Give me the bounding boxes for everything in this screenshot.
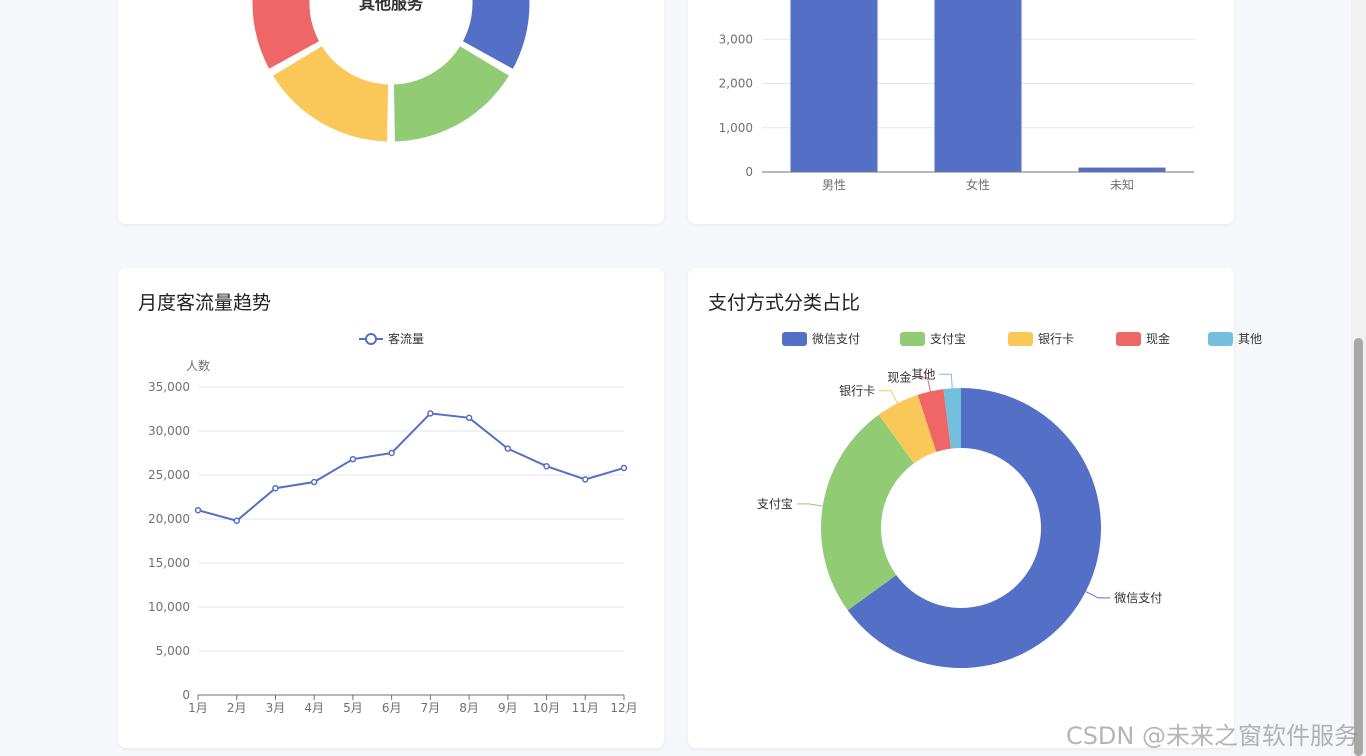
watermark: CSDN @未来之窗软件服务 bbox=[1065, 722, 1358, 750]
line-ytick-label: 10,000 bbox=[148, 600, 190, 614]
legend-label: 客流量 bbox=[388, 331, 424, 346]
line-point bbox=[582, 476, 589, 483]
line-point bbox=[427, 410, 434, 417]
monthly-traffic-card: 月度客流量趋势 客流量 人数 0 5,000 10,000 15,000 20,000 25,… bbox=[118, 268, 664, 748]
line-ytick-label: 5,000 bbox=[156, 644, 190, 658]
donut-center-label: 其他服务 bbox=[359, 0, 424, 13]
bar-2 bbox=[1078, 167, 1166, 172]
legend-swatch bbox=[1116, 332, 1141, 346]
service-donut-chart: 其他服务 bbox=[249, 0, 533, 145]
legend-swatch bbox=[1208, 332, 1233, 346]
bar-xtick-label: 男性 bbox=[822, 178, 846, 192]
line-xtick-label: 2月 bbox=[227, 701, 247, 715]
line-point bbox=[388, 449, 395, 457]
legend-swatch bbox=[900, 332, 925, 346]
scrollbar-track[interactable] bbox=[1351, 0, 1366, 756]
legend-label: 其他 bbox=[1238, 332, 1262, 346]
line-xtick-label: 6月 bbox=[382, 701, 402, 715]
pie-leader-line bbox=[879, 390, 898, 404]
bar-ytick-label: 3,000 bbox=[719, 32, 753, 46]
legend-label: 支付宝 bbox=[930, 332, 966, 346]
bar-1 bbox=[934, 0, 1022, 172]
scrollbar-thumb[interactable] bbox=[1354, 338, 1363, 756]
bar-ytick-label: 0 bbox=[745, 165, 753, 179]
line-point bbox=[233, 517, 240, 525]
bar-xtick-label: 未知 bbox=[1110, 178, 1134, 192]
line-xtick-label: 9月 bbox=[498, 701, 518, 715]
line-xtick-label: 11月 bbox=[572, 701, 599, 715]
bar-ytick-label: 2,000 bbox=[719, 77, 753, 91]
payment-share-card: 支付方式分类占比 微信支付 支付宝 银行卡 现金 其他 微信支付 支付宝 银行卡 现金 其他 bbox=[688, 268, 1262, 748]
line-point bbox=[543, 462, 550, 470]
line-xtick-label: 5月 bbox=[343, 701, 363, 715]
service-donut-card: 其他服务 bbox=[118, 0, 664, 224]
legend-marker bbox=[365, 333, 377, 345]
line-ytick-label: 30,000 bbox=[148, 424, 190, 438]
line-point bbox=[504, 445, 512, 452]
pie-label: 微信支付 bbox=[1114, 591, 1162, 605]
monthly-traffic-line-chart: 客流量人数 0 5,000 10,000 15,000 20,000 25,000 30,00… bbox=[148, 331, 638, 715]
line-xtick-label: 1月 bbox=[188, 701, 208, 715]
line-point bbox=[194, 506, 202, 514]
bar-0 bbox=[790, 0, 878, 172]
line-ytick-label: 20,000 bbox=[148, 512, 190, 526]
line-xtick-label: 7月 bbox=[421, 701, 441, 715]
line-xtick-label: 10月 bbox=[533, 701, 560, 715]
line-ylabel: 人数 bbox=[186, 358, 210, 373]
line-ytick-label: 35,000 bbox=[148, 380, 190, 394]
line-point bbox=[465, 414, 473, 422]
line-xtick-label: 3月 bbox=[266, 701, 286, 715]
gender-bar-card: 0 1,000 2,000 3,000 男性 女性 未知 bbox=[688, 0, 1234, 224]
pie-label: 其他 bbox=[911, 367, 935, 381]
line-point bbox=[349, 455, 357, 463]
line-point bbox=[272, 484, 279, 492]
line-point bbox=[620, 464, 628, 472]
legend-label: 现金 bbox=[1146, 331, 1170, 346]
line-ytick-label: 0 bbox=[182, 688, 190, 702]
gender-bar-chart: 0 1,000 2,000 3,000 男性 女性 未知 bbox=[719, 0, 1194, 192]
pie-label: 银行卡 bbox=[839, 384, 875, 398]
payment-share-pie-chart: 微信支付 支付宝 银行卡 现金 其他微信支付支付宝银行卡现金 其他 bbox=[757, 331, 1262, 668]
line-ytick-label: 25,000 bbox=[148, 468, 190, 482]
legend-label: 银行卡 bbox=[1038, 332, 1074, 346]
legend-swatch bbox=[1008, 332, 1033, 346]
pie-label: 现金 bbox=[887, 370, 911, 385]
line-ytick-label: 15,000 bbox=[148, 556, 190, 570]
line-xtick-label: 4月 bbox=[304, 701, 324, 715]
pie-leader-line bbox=[939, 373, 953, 389]
line-xtick-label: 12月 bbox=[610, 701, 637, 715]
legend-label: 微信支付 bbox=[812, 332, 860, 346]
line-point bbox=[310, 478, 318, 486]
pie-leader-line bbox=[796, 503, 823, 507]
pie-label: 支付宝 bbox=[757, 497, 793, 511]
bar-ytick-label: 1,000 bbox=[719, 121, 753, 135]
legend-swatch bbox=[782, 332, 807, 346]
pie-leader-line bbox=[1085, 591, 1111, 599]
bar-xtick-label: 女性 bbox=[966, 177, 990, 192]
line-series-path bbox=[197, 412, 625, 522]
line-xtick-label: 8月 bbox=[459, 701, 479, 715]
